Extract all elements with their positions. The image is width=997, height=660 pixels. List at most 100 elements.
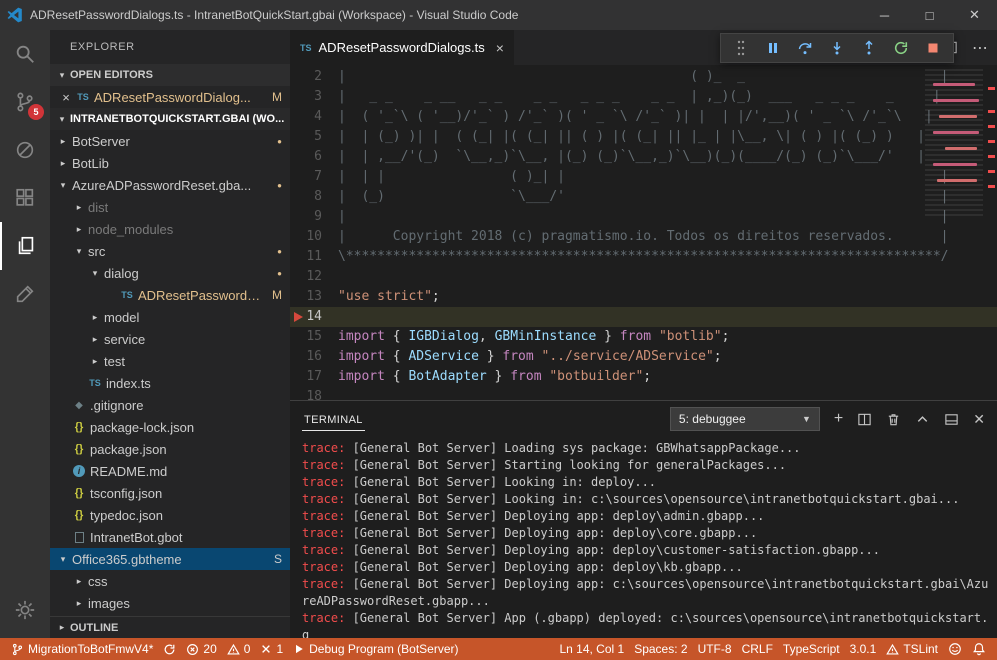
status-20[interactable]: 20 [181, 638, 221, 660]
code-line-16[interactable]: 16 import { ADService } from "../service… [290, 347, 997, 367]
open-editor-item[interactable]: ×TS ADResetPasswordDialog... M [50, 86, 290, 108]
split-terminal-button[interactable] [857, 412, 872, 427]
code-line-12[interactable]: 12 [290, 267, 997, 287]
new-terminal-button[interactable]: + [834, 410, 843, 428]
terminal-output[interactable]: trace: [General Bot Server] Loading sys … [290, 437, 997, 638]
code-line-5[interactable]: 5 | | (_) )| | ( (_| |( (_| || ( ) |( (_… [290, 127, 997, 147]
code-line-11[interactable]: 11 \************************************… [290, 247, 997, 267]
code-editor[interactable]: 2 | ( )_ _ | 3 | _ _ _ __ _ _ _ _ _ _ _ … [290, 65, 997, 400]
tree-item[interactable]: TS index.ts [50, 372, 290, 394]
code-line-15[interactable]: 15 import { IGBDialog, GBMinInstance } f… [290, 327, 997, 347]
code-line-7[interactable]: 7 | | | ( )_| | | [290, 167, 997, 187]
tree-item[interactable]: ▸ service [50, 328, 290, 350]
code-line-4[interactable]: 4 | ( '_`\ ( '__)/'_` ) /'_` )( ' _ `\ /… [290, 107, 997, 127]
line-number: 5 [290, 127, 338, 147]
code-line-17[interactable]: 17 import { BotAdapter } from "botbuilde… [290, 367, 997, 387]
outline-header[interactable]: ▸ OUTLINE [50, 616, 290, 638]
workspace-header[interactable]: ▾ INTRANETBOTQUICKSTART.GBAI (WO... [50, 108, 290, 130]
tree-item[interactable]: ▾ Office365.gbtheme S [50, 548, 290, 570]
status-3-0-1[interactable]: 3.0.1 [845, 638, 882, 660]
tree-item[interactable]: ▸ test [50, 350, 290, 372]
maximize-button[interactable]: □ [907, 0, 952, 30]
restart-button[interactable] [887, 35, 915, 61]
status-smiley-icon[interactable] [943, 638, 967, 660]
status-utf-8[interactable]: UTF-8 [693, 638, 737, 660]
code-line-13[interactable]: 13 "use strict"; [290, 287, 997, 307]
tab-adresetpassworddialogs[interactable]: TS ADResetPasswordDialogs.ts × [290, 30, 515, 65]
code-line-18[interactable]: 18 [290, 387, 997, 400]
tree-item[interactable]: ◆ .gitignore [50, 394, 290, 416]
tree-item[interactable]: ▸ BotServer ● [50, 130, 290, 152]
tree-item[interactable]: IntranetBot.gbot [50, 526, 290, 548]
tree-item[interactable]: ▸ dist [50, 196, 290, 218]
warning-icon [886, 643, 899, 656]
code-line-10[interactable]: 10 | Copyright 2018 (c) pragmatismo.io. … [290, 227, 997, 247]
status-1[interactable]: 1 [255, 638, 288, 660]
activity-item-explorer[interactable] [0, 222, 50, 270]
close-icon[interactable]: × [58, 90, 74, 105]
activity-item-snippets[interactable] [0, 270, 50, 318]
tree-item[interactable]: {} package.json [50, 438, 290, 460]
code-line-9[interactable]: 9 | | [290, 207, 997, 227]
tree-item[interactable]: ▸ images [50, 592, 290, 614]
tree-item[interactable]: {} typedoc.json [50, 504, 290, 526]
status-debug-program-botserver[interactable]: Debug Program (BotServer) [288, 638, 463, 660]
tree-item[interactable]: ▾ AzureADPasswordReset.gba... ● [50, 174, 290, 196]
status-crlf[interactable]: CRLF [737, 638, 778, 660]
drag-button[interactable] [727, 35, 755, 61]
tree-item[interactable]: ▾ src ● [50, 240, 290, 262]
chevron-right-icon: ▸ [88, 356, 102, 367]
tree-item[interactable]: {} tsconfig.json [50, 482, 290, 504]
terminal-tab[interactable]: TERMINAL [302, 408, 365, 431]
tree-item[interactable]: ▸ model [50, 306, 290, 328]
code-line-2[interactable]: 2 | ( )_ _ | [290, 67, 997, 87]
tree-item[interactable]: TS ADResetPasswordDial... M [50, 284, 290, 306]
tree-item[interactable]: ▸ node_modules [50, 218, 290, 240]
status-spaces-2[interactable]: Spaces: 2 [629, 638, 692, 660]
pencil-icon [14, 283, 36, 305]
tree-item[interactable]: ▾ dialog ● [50, 262, 290, 284]
step-over-button[interactable] [791, 35, 819, 61]
editor-tab-bar: TS ADResetPasswordDialogs.ts × ⋯ [290, 30, 997, 65]
sidebar-title: EXPLORER [50, 30, 290, 64]
status-sync-icon[interactable] [158, 638, 181, 660]
code-line-6[interactable]: 6 | | ,__/'(_) `\__,_)`\__, |(_) (_)`\__… [290, 147, 997, 167]
close-panel-button[interactable]: ✕ [973, 411, 985, 428]
status-tslint[interactable]: TSLint [881, 638, 943, 660]
tree-item[interactable]: {} package-lock.json [50, 416, 290, 438]
maximize-panel-button[interactable] [915, 412, 930, 427]
status-migrationtobotfmwv4[interactable]: MigrationToBotFmwV4* [6, 638, 158, 660]
line-number: 18 [290, 387, 338, 400]
kill-terminal-button[interactable] [886, 412, 901, 427]
step-out-button[interactable] [855, 35, 883, 61]
more-button[interactable]: ⋯ [972, 38, 989, 58]
window-title: ADResetPasswordDialogs.ts - IntranetBotQ… [30, 8, 518, 22]
tree-item[interactable]: i README.md [50, 460, 290, 482]
status-0[interactable]: 0 [222, 638, 256, 660]
minimize-button[interactable]: ─ [862, 0, 907, 30]
toggle-panel-button[interactable] [944, 412, 959, 427]
stop-button[interactable] [919, 35, 947, 61]
activity-item-search[interactable] [0, 30, 50, 78]
status-typescript[interactable]: TypeScript [778, 638, 845, 660]
open-editors-header[interactable]: ▾ OPEN EDITORS [50, 64, 290, 86]
code-line-14[interactable]: 14 [290, 307, 997, 327]
minimap[interactable] [925, 69, 983, 219]
tree-item[interactable]: ▸ BotLib [50, 152, 290, 174]
tree-item[interactable]: ▸ css [50, 570, 290, 592]
pause-button[interactable] [759, 35, 787, 61]
close-icon[interactable]: × [496, 40, 504, 56]
activity-item-settings[interactable] [0, 586, 50, 634]
terminal-selector[interactable]: 5: debuggee ▼ [670, 407, 820, 431]
braces-file-icon: {} [70, 487, 88, 499]
activity-item-source-control[interactable]: 5 [0, 78, 50, 126]
status-ln-14-col-1[interactable]: Ln 14, Col 1 [554, 638, 629, 660]
activity-item-debug[interactable] [0, 126, 50, 174]
overview-ruler[interactable] [985, 65, 997, 400]
code-line-8[interactable]: 8 | (_) `\___/' | [290, 187, 997, 207]
activity-item-extensions[interactable] [0, 174, 50, 222]
status-bell-icon[interactable] [967, 638, 991, 660]
code-line-3[interactable]: 3 | _ _ _ __ _ _ _ _ _ _ _ _ _ | ,_)(_) … [290, 87, 997, 107]
close-button[interactable]: ✕ [952, 0, 997, 30]
step-into-button[interactable] [823, 35, 851, 61]
